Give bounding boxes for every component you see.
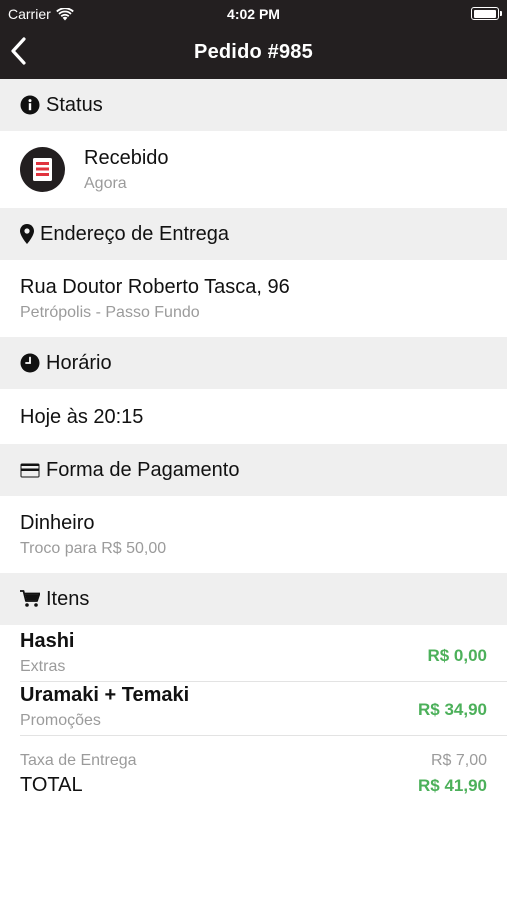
payment-row: Dinheiro Troco para R$ 50,00 xyxy=(0,496,507,573)
item-name: Uramaki + Temaki xyxy=(20,684,190,706)
section-header-address: Endereço de Entrega xyxy=(0,208,507,260)
address-row: Rua Doutor Roberto Tasca, 96 Petrópolis … xyxy=(0,260,507,337)
total-label: TOTAL xyxy=(20,774,83,796)
total-value: R$ 41,90 xyxy=(418,776,487,795)
status-value: Recebido xyxy=(84,147,169,169)
section-header-status: Status xyxy=(0,79,507,131)
receipt-icon xyxy=(33,158,52,181)
status-bar: Carrier 4:02 PM xyxy=(0,0,507,28)
address-line2: Petrópolis - Passo Fundo xyxy=(20,304,200,321)
battery-icon xyxy=(471,7,502,20)
section-title-time: Horário xyxy=(46,351,112,374)
payment-change: Troco para R$ 50,00 xyxy=(20,540,167,557)
cart-icon xyxy=(20,590,40,607)
delivery-time: Hoje às 20:15 xyxy=(20,406,144,428)
order-totals: Taxa de Entrega R$ 7,00 TOTAL R$ 41,90 xyxy=(0,749,507,799)
divider xyxy=(20,735,507,736)
item-name: Hashi xyxy=(20,630,75,652)
item-category: Extras xyxy=(20,658,66,675)
list-item: Hashi Extras R$ 0,00 xyxy=(0,628,507,682)
delivery-fee-label: Taxa de Entrega xyxy=(20,752,137,769)
top-bar: Carrier 4:02 PM Pedido #985 xyxy=(0,0,507,79)
item-price: R$ 0,00 xyxy=(427,646,487,665)
info-icon xyxy=(20,95,40,115)
item-category: Promoções xyxy=(20,712,101,729)
payment-method: Dinheiro xyxy=(20,512,95,534)
time-row: Hoje às 20:15 xyxy=(0,389,507,444)
section-header-items: Itens xyxy=(0,573,507,625)
address-line1: Rua Doutor Roberto Tasca, 96 xyxy=(20,276,290,298)
section-header-time: Horário xyxy=(0,337,507,389)
order-status-row: Recebido Agora xyxy=(0,131,507,208)
clock-time: 4:02 PM xyxy=(227,6,280,22)
status-time: Agora xyxy=(84,175,127,192)
section-title-payment: Forma de Pagamento xyxy=(46,458,240,481)
section-title-address: Endereço de Entrega xyxy=(40,222,230,245)
section-title-status: Status xyxy=(46,93,103,116)
delivery-fee-value: R$ 7,00 xyxy=(430,752,487,769)
item-price: R$ 34,90 xyxy=(418,700,487,719)
map-pin-icon xyxy=(20,224,34,244)
page-title: Pedido #985 xyxy=(194,41,313,63)
list-item: Uramaki + Temaki Promoções R$ 34,90 xyxy=(0,682,507,736)
section-title-items: Itens xyxy=(46,587,90,610)
status-badge xyxy=(20,147,65,192)
section-header-payment: Forma de Pagamento xyxy=(0,444,507,496)
credit-card-icon xyxy=(20,463,40,477)
nav-bar: Pedido #985 xyxy=(0,28,507,79)
clock-icon xyxy=(20,353,40,373)
